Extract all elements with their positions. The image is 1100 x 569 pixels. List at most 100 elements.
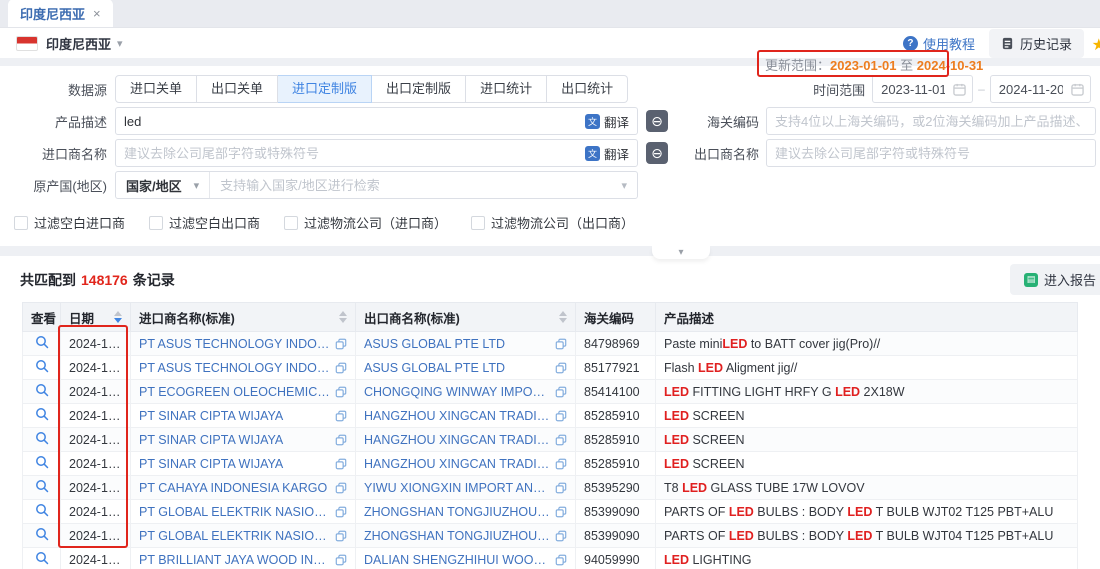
view-magnifier-icon[interactable] xyxy=(35,527,49,541)
enter-report-button[interactable]: ▤ 进入报告 xyxy=(1010,264,1100,295)
column-header[interactable]: 日期 xyxy=(61,303,131,332)
history-button[interactable]: 历史记录 xyxy=(989,29,1084,58)
importer-link[interactable]: PT ECOGREEN OLEOCHEMICALS xyxy=(139,385,331,399)
exact-match-icon[interactable]: ⊖ xyxy=(646,110,668,132)
copy-icon[interactable] xyxy=(555,482,567,494)
copy-button[interactable] xyxy=(555,338,567,350)
copy-button[interactable] xyxy=(335,434,347,446)
view-magnifier-icon[interactable] xyxy=(35,455,49,469)
copy-button[interactable] xyxy=(335,338,347,350)
exact-match-icon[interactable]: ⊖ xyxy=(646,142,668,164)
copy-icon[interactable] xyxy=(555,410,567,422)
checkbox-icon[interactable] xyxy=(284,216,298,230)
copy-button[interactable] xyxy=(335,386,347,398)
view-record-button[interactable] xyxy=(35,359,49,373)
view-magnifier-icon[interactable] xyxy=(35,359,49,373)
view-magnifier-icon[interactable] xyxy=(35,479,49,493)
sort-icon[interactable] xyxy=(339,311,347,323)
exporter-link[interactable]: CHONGQING WINWAY IMPORT AND E... xyxy=(364,385,551,399)
column-header[interactable]: 出口商名称(标准) xyxy=(356,303,576,332)
copy-button[interactable] xyxy=(335,554,347,566)
copy-icon[interactable] xyxy=(335,482,347,494)
copy-icon[interactable] xyxy=(335,386,347,398)
view-record-button[interactable] xyxy=(35,551,49,565)
copy-icon[interactable] xyxy=(335,338,347,350)
importer-link[interactable]: PT SINAR CIPTA WIJAYA xyxy=(139,433,331,447)
view-magnifier-icon[interactable] xyxy=(35,551,49,565)
view-magnifier-icon[interactable] xyxy=(35,503,49,517)
copy-button[interactable] xyxy=(335,458,347,470)
copy-icon[interactable] xyxy=(555,530,567,542)
filter-checkbox[interactable]: 过滤空白出口商 xyxy=(149,213,260,232)
hs-code-input[interactable] xyxy=(767,108,1095,134)
exporter-link[interactable]: ZHONGSHAN TONGJIUZHOU INTERNA... xyxy=(364,505,551,519)
view-record-button[interactable] xyxy=(35,479,49,493)
copy-button[interactable] xyxy=(555,530,567,542)
copy-icon[interactable] xyxy=(335,506,347,518)
sort-icon[interactable] xyxy=(559,311,567,323)
data-source-option[interactable]: 进口关单 xyxy=(115,75,197,103)
view-magnifier-icon[interactable] xyxy=(35,335,49,349)
date-to-input[interactable] xyxy=(991,76,1071,102)
exporter-link[interactable]: ASUS GLOBAL PTE LTD xyxy=(364,337,551,351)
copy-icon[interactable] xyxy=(335,554,347,566)
translate-button[interactable]: 文 翻译 xyxy=(577,144,637,163)
view-magnifier-icon[interactable] xyxy=(35,383,49,397)
importer-link[interactable]: PT ASUS TECHNOLOGY INDONESIA BA... xyxy=(139,337,331,351)
data-source-option[interactable]: 出口统计 xyxy=(547,75,628,103)
copy-icon[interactable] xyxy=(335,362,347,374)
product-desc-input[interactable] xyxy=(116,108,577,134)
copy-button[interactable] xyxy=(555,410,567,422)
view-record-button[interactable] xyxy=(35,407,49,421)
copy-button[interactable] xyxy=(555,386,567,398)
exporter-input[interactable] xyxy=(767,140,1095,166)
view-magnifier-icon[interactable] xyxy=(35,431,49,445)
view-record-button[interactable] xyxy=(35,383,49,397)
sort-icon[interactable] xyxy=(114,311,122,323)
copy-button[interactable] xyxy=(335,530,347,542)
data-source-option[interactable]: 出口定制版 xyxy=(372,75,466,103)
date-from-input[interactable] xyxy=(873,76,953,102)
exporter-link[interactable]: HANGZHOU XINGCAN TRADING CO LTD xyxy=(364,457,551,471)
view-record-button[interactable] xyxy=(35,431,49,445)
copy-icon[interactable] xyxy=(555,554,567,566)
view-record-button[interactable] xyxy=(35,335,49,349)
exporter-link[interactable]: HANGZHOU XINGCAN TRADING CO LTD xyxy=(364,433,551,447)
checkbox-icon[interactable] xyxy=(149,216,163,230)
copy-icon[interactable] xyxy=(335,530,347,542)
exporter-link[interactable]: YIWU XIONGXIN IMPORT AND EXPORT... xyxy=(364,481,551,495)
importer-link[interactable]: PT ASUS TECHNOLOGY INDONESIA BA... xyxy=(139,361,331,375)
importer-link[interactable]: PT SINAR CIPTA WIJAYA xyxy=(139,457,331,471)
origin-country-input[interactable] xyxy=(210,178,621,193)
copy-button[interactable] xyxy=(555,506,567,518)
copy-button[interactable] xyxy=(335,482,347,494)
chevron-down-icon[interactable]: ▾ xyxy=(117,37,123,50)
importer-link[interactable]: PT CAHAYA INDONESIA KARGO xyxy=(139,481,331,495)
checkbox-icon[interactable] xyxy=(471,216,485,230)
view-record-button[interactable] xyxy=(35,503,49,517)
data-source-option[interactable]: 进口定制版 xyxy=(278,75,372,103)
chevron-down-icon[interactable]: ▾ xyxy=(621,179,637,192)
tab-close-icon[interactable]: × xyxy=(93,6,101,21)
checkbox-icon[interactable] xyxy=(14,216,28,230)
copy-icon[interactable] xyxy=(555,362,567,374)
importer-link[interactable]: PT GLOBAL ELEKTRIK NASIONAL xyxy=(139,529,331,543)
exporter-link[interactable]: ASUS GLOBAL PTE LTD xyxy=(364,361,551,375)
copy-icon[interactable] xyxy=(555,338,567,350)
filter-checkbox[interactable]: 过滤物流公司（出口商） xyxy=(471,213,634,232)
tutorial-link[interactable]: ? 使用教程 xyxy=(903,34,975,53)
favorite-star-icon[interactable]: ★ xyxy=(1092,35,1100,55)
copy-button[interactable] xyxy=(555,362,567,374)
importer-link[interactable]: PT GLOBAL ELEKTRIK NASIONAL xyxy=(139,505,331,519)
filter-checkbox[interactable]: 过滤空白进口商 xyxy=(14,213,125,232)
copy-button[interactable] xyxy=(335,506,347,518)
copy-button[interactable] xyxy=(335,362,347,374)
copy-icon[interactable] xyxy=(335,434,347,446)
data-source-option[interactable]: 出口关单 xyxy=(197,75,278,103)
importer-link[interactable]: PT BRILLIANT JAYA WOOD INDUSTRY xyxy=(139,553,331,567)
data-source-option[interactable]: 进口统计 xyxy=(466,75,547,103)
tab-indonesia[interactable]: 印度尼西亚 × xyxy=(8,0,113,27)
view-magnifier-icon[interactable] xyxy=(35,407,49,421)
country-selector[interactable]: 印度尼西亚 xyxy=(46,34,111,53)
copy-button[interactable] xyxy=(555,482,567,494)
